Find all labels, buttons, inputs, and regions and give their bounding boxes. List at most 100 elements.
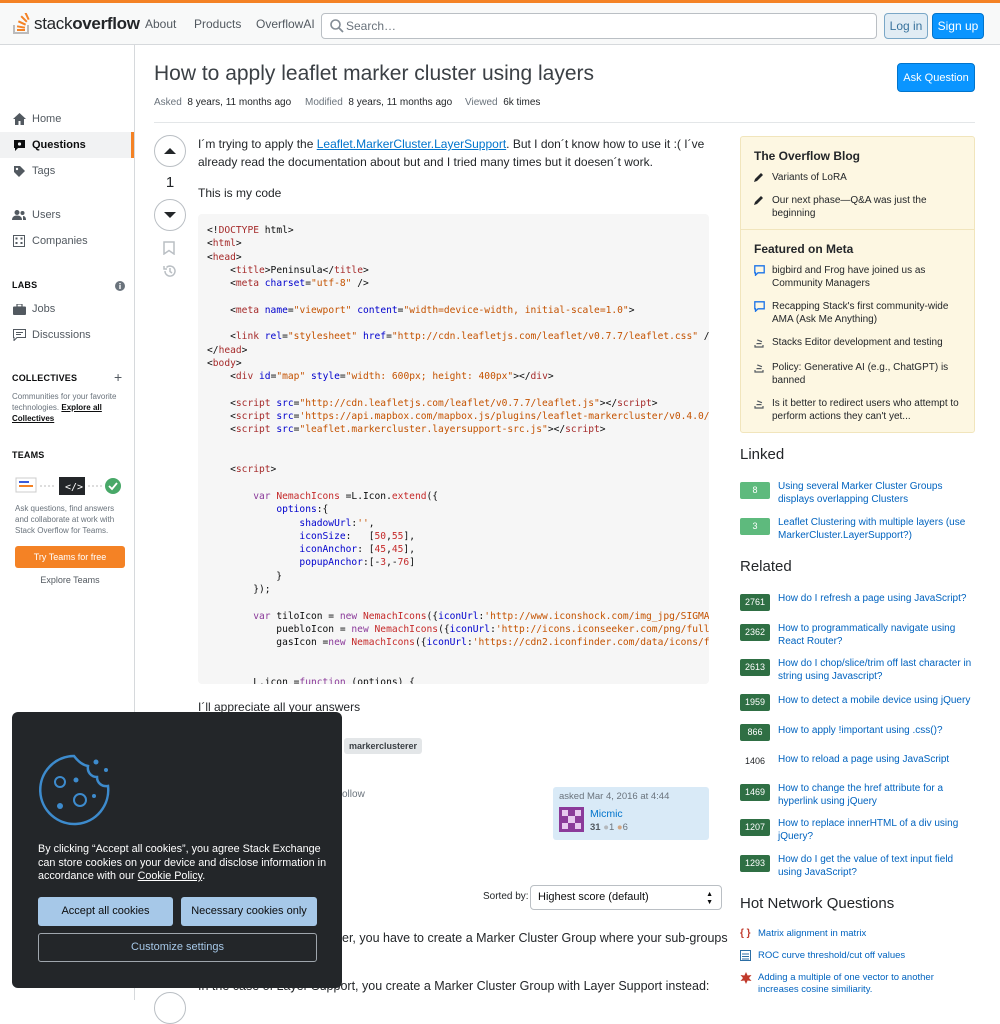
collectives-text: Communities for your favorite technologi…: [12, 392, 117, 423]
question-body-paragraph: I´m trying to apply the Leaflet.MarkerCl…: [198, 137, 705, 169]
hot-question[interactable]: { } Matrix alignment in matrix: [740, 928, 975, 940]
related-question[interactable]: 1469 How to change the href attribute fo…: [740, 782, 975, 808]
meta-item[interactable]: Policy: Generative AI (e.g., ChatGPT) is…: [754, 361, 966, 387]
answer-count-badge: 1207: [740, 819, 770, 836]
answer-count-badge: 2362: [740, 624, 770, 641]
related-question[interactable]: 1207 How to replace innerHTML of a div u…: [740, 817, 975, 843]
hot-network-heading: Hot Network Questions: [740, 895, 895, 912]
try-teams-button[interactable]: Try Teams for free: [15, 546, 125, 568]
explore-teams-link[interactable]: Explore Teams: [15, 575, 125, 585]
sidebar-item-tags[interactable]: Tags: [0, 158, 134, 184]
related-question[interactable]: 2362 How to programmatically navigate us…: [740, 622, 975, 648]
linked-question[interactable]: 8 Using several Marker Cluster Groups di…: [740, 480, 975, 506]
meta-item[interactable]: Is it better to redirect users who attem…: [754, 397, 966, 423]
stack-icon: [754, 361, 772, 387]
meta-heading: Featured on Meta: [754, 242, 854, 256]
related-heading: Related: [740, 558, 792, 575]
ask-question-button[interactable]: Ask Question: [897, 63, 975, 92]
companies-icon: [12, 235, 26, 247]
tag-markerclusterer[interactable]: markerclusterer: [344, 738, 423, 754]
cookie-text: By clicking “Accept all cookies”, you ag…: [38, 843, 327, 883]
linked-question[interactable]: 3 Leaflet Clustering with multiple layer…: [740, 516, 975, 542]
logo-text: stackoverflow: [34, 14, 140, 33]
necessary-cookies-button[interactable]: Necessary cookies only: [181, 897, 317, 926]
sort-select[interactable]: Highest score (default) ▲ ▼: [530, 885, 722, 910]
related-question[interactable]: 2613 How do I chop/slice/trim off last c…: [740, 657, 975, 683]
avatar[interactable]: [559, 807, 584, 832]
answer-count-badge: 1469: [740, 784, 770, 801]
blog-item[interactable]: Variants of LoRA: [754, 171, 966, 186]
overflow-blog-widget: The Overflow Blog Variants of LoRA Our n…: [740, 136, 975, 433]
blog-item[interactable]: Our next phase—Q&A was just the beginnin…: [754, 194, 966, 220]
meta-item[interactable]: Recapping Stack's first community-wide A…: [754, 300, 966, 326]
hot-question[interactable]: Adding a multiple of one vector to anoth…: [740, 972, 975, 996]
code-block[interactable]: <!DOCTYPE html> <html> <head> <title>Penin…: [198, 214, 709, 684]
plus-icon[interactable]: +: [114, 370, 122, 384]
tag-icon: [12, 165, 26, 178]
nav-overflowai[interactable]: OverflowAI: [256, 17, 315, 31]
math-site-icon: [740, 972, 758, 996]
nav-about[interactable]: About: [145, 17, 176, 31]
related-question[interactable]: 2761 How do I refresh a page using JavaS…: [740, 592, 975, 611]
answer-count-badge: 3: [740, 518, 770, 535]
downvote-button[interactable]: [154, 199, 186, 231]
users-icon: [12, 209, 26, 221]
meta-item[interactable]: Stacks Editor development and testing: [754, 336, 966, 352]
teams-heading: TEAMS: [12, 450, 45, 460]
blog-heading: The Overflow Blog: [754, 149, 861, 163]
answer-text-1: er, you have to create a Marker Cluster …: [342, 931, 728, 945]
sidebar-item-home[interactable]: Home: [0, 106, 134, 132]
asked-date: asked Mar 4, 2016 at 4:44: [559, 791, 670, 802]
hot-question[interactable]: ROC curve threshold/cut off values: [740, 950, 975, 965]
stats-site-icon: [740, 950, 758, 965]
search-icon: [330, 19, 344, 33]
sidebar-item-label: Tags: [32, 165, 56, 177]
answer-vote-button[interactable]: [154, 992, 186, 1024]
bookmark-icon[interactable]: [163, 241, 175, 258]
logo[interactable]: stackoverflow: [12, 13, 140, 35]
sidebar-item-jobs[interactable]: Jobs: [0, 296, 134, 322]
sidebar-item-companies[interactable]: Companies: [0, 228, 134, 254]
cookie-policy-link[interactable]: Cookie Policy: [138, 870, 203, 882]
sidebar-item-discussions[interactable]: Discussions: [0, 322, 134, 348]
sidebar-item-label: Home: [32, 113, 62, 125]
modified-meta: Modified 8 years, 11 months ago: [305, 97, 453, 108]
sidebar-item-label: Discussions: [32, 329, 91, 341]
related-question[interactable]: 1959 How to detect a mobile device using…: [740, 694, 975, 711]
sidebar-item-label: Companies: [32, 235, 88, 247]
related-question[interactable]: 866 How to apply !important using .css()…: [740, 724, 975, 741]
user-reputation: 31 ●1 ●6: [590, 822, 628, 833]
answer-count-badge: 866: [740, 724, 770, 741]
signup-button[interactable]: Sign up: [932, 13, 984, 39]
login-button[interactable]: Log in: [884, 13, 928, 39]
select-arrows-icon: ▲ ▼: [706, 891, 713, 906]
briefcase-icon: [12, 303, 26, 315]
meta-item[interactable]: bigbird and Frog have joined us as Commu…: [754, 264, 966, 290]
teams-text: Ask questions, find answers and collabor…: [15, 504, 115, 535]
history-icon[interactable]: [162, 264, 177, 281]
answer-count-badge: 2761: [740, 594, 770, 611]
pencil-icon: [754, 171, 772, 186]
arrow-up-icon: [164, 148, 176, 154]
customize-settings-button[interactable]: Customize settings: [38, 933, 317, 962]
layersupport-link[interactable]: Leaflet.MarkerCluster.LayerSupport: [317, 137, 506, 151]
sidebar-item-questions[interactable]: Questions: [0, 132, 134, 158]
search-input[interactable]: [346, 15, 866, 37]
info-icon[interactable]: [115, 279, 125, 294]
follow-link[interactable]: ollow: [342, 789, 365, 800]
accept-all-cookies-button[interactable]: Accept all cookies: [38, 897, 173, 926]
chat-icon: [754, 264, 772, 290]
svg-text:</>: </>: [65, 482, 83, 493]
answer-count-badge: 8: [740, 482, 770, 499]
question-body-paragraph-2: This is my code: [198, 186, 282, 200]
upvote-button[interactable]: [154, 135, 186, 167]
search-box[interactable]: [321, 13, 877, 39]
related-question[interactable]: 1293 How do I get the value of text inpu…: [740, 853, 975, 879]
related-question[interactable]: 1406 How to reload a page using JavaScri…: [740, 753, 975, 770]
question-title[interactable]: How to apply leaflet marker cluster usin…: [154, 62, 594, 86]
sidebar-item-users[interactable]: Users: [0, 202, 134, 228]
nav-products[interactable]: Products: [194, 17, 241, 31]
stack-icon: [754, 336, 772, 352]
user-name[interactable]: Micmic: [590, 808, 623, 820]
viewed-meta: Viewed 6k times: [465, 97, 541, 108]
